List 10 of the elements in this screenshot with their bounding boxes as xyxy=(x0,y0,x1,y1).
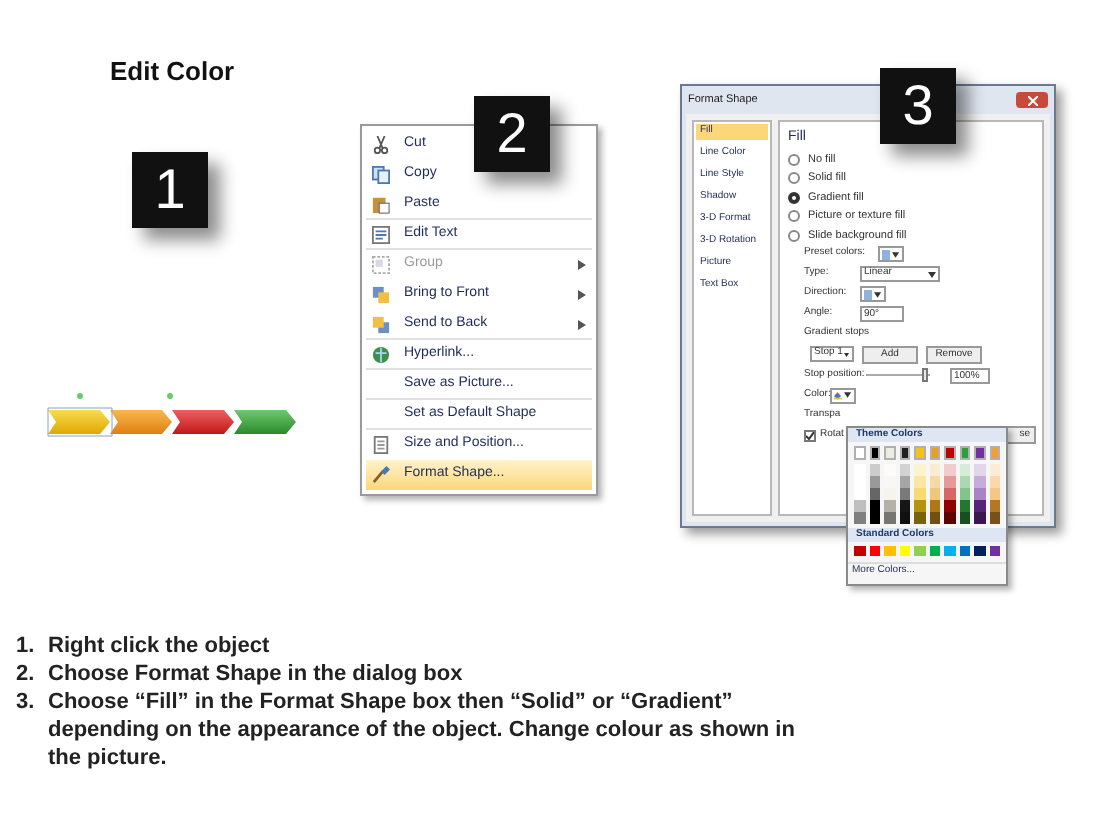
step-text: Choose Format Shape in the dialog box xyxy=(48,660,463,688)
step-number: 1. xyxy=(16,632,37,660)
step-text: Choose “Fill” in the Format Shape box then “Solid” or “Gradient” depending on the appearance of the object. Change colour as shown in the picture. xyxy=(48,688,797,772)
number-badge: 2 xyxy=(474,96,550,172)
number-badge: 1 xyxy=(132,152,208,228)
step-text: Right click the object xyxy=(48,632,270,660)
number-badge: 3 xyxy=(880,68,956,144)
step-number: 3. xyxy=(16,688,37,718)
step-number: 2. xyxy=(16,660,37,688)
slide-title: Edit Color xyxy=(110,54,235,90)
